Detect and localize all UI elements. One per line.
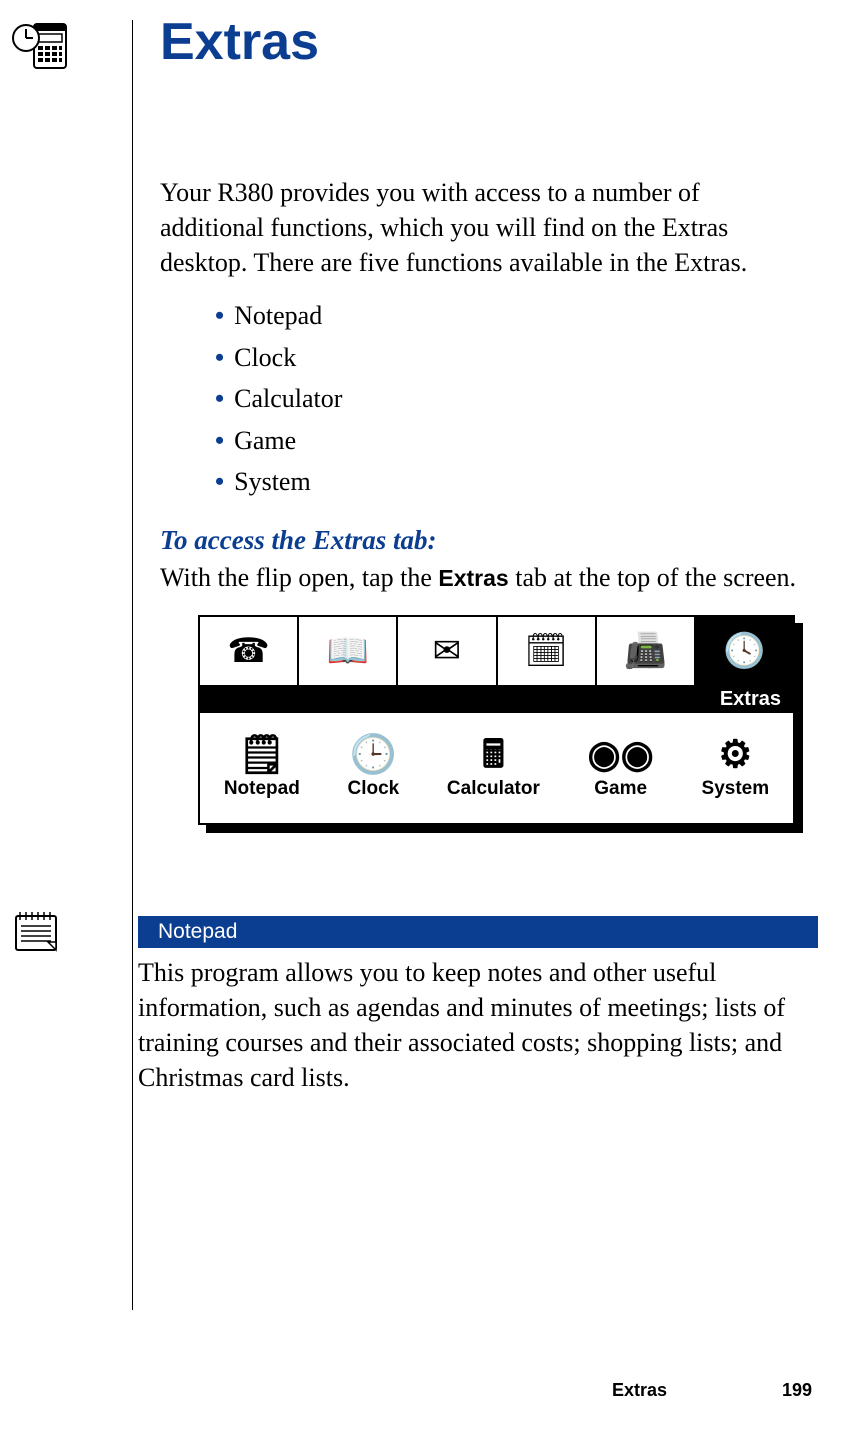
envelope-icon: ✉	[433, 631, 462, 671]
tab-internet: 📠	[597, 617, 696, 685]
tab-phone: ☎	[200, 617, 299, 685]
calculator-icon: 🖩	[482, 736, 505, 774]
extras-margin-icon	[12, 18, 72, 74]
access-instruction: With the flip open, tap the Extras tab a…	[160, 560, 810, 595]
device-icon: 📠	[624, 631, 666, 671]
footer-page-number: 199	[782, 1380, 812, 1401]
tab-extras: 🕓	[696, 617, 793, 685]
phone-icon: ☎	[227, 631, 269, 671]
game-icon: ◉◉	[588, 736, 654, 774]
bullet-item: •Clock	[215, 337, 342, 379]
bullet-list: •Notepad •Clock •Calculator •Game •Syste…	[215, 295, 342, 503]
tab-contacts: 📖	[299, 617, 398, 685]
app-game: ◉◉Game	[588, 736, 654, 800]
app-calculator: 🖩Calculator	[447, 736, 540, 800]
tab-row: ☎ 📖 ✉ 🗓 📠 🕓	[200, 617, 793, 685]
device-screenshot: ☎ 📖 ✉ 🗓 📠 🕓 Extras 🗒Notepad 🕒Clock 🖩Calc…	[198, 615, 795, 825]
bullet-item: •Game	[215, 420, 342, 462]
section-heading-bar: Notepad	[138, 916, 818, 948]
footer-section-title: Extras	[612, 1380, 667, 1401]
section-body: This program allows you to keep notes an…	[138, 955, 818, 1095]
bullet-item: •Notepad	[215, 295, 342, 337]
app-system: ⚙System	[702, 736, 770, 800]
extras-icon: 🕓	[723, 631, 765, 671]
calendar-icon: 🗓	[525, 631, 568, 671]
clock-icon: 🕒	[350, 736, 397, 774]
tab-calendar: 🗓	[498, 617, 597, 685]
app-row: 🗒Notepad 🕒Clock 🖩Calculator ◉◉Game ⚙Syst…	[200, 713, 793, 823]
intro-text: Your R380 provides you with access to a …	[160, 175, 800, 280]
left-margin-rule	[132, 20, 133, 1310]
page-title: Extras	[160, 12, 319, 72]
extras-bold: Extras	[438, 565, 508, 591]
tab-messages: ✉	[398, 617, 497, 685]
app-notepad: 🗒Notepad	[224, 736, 300, 800]
active-tab-label: Extras	[200, 685, 793, 713]
notepad-margin-icon	[12, 910, 60, 954]
notepad-icon: 🗒	[238, 736, 286, 774]
bullet-item: •System	[215, 461, 342, 503]
book-icon: 📖	[327, 631, 369, 671]
bullet-item: •Calculator	[215, 378, 342, 420]
app-clock: 🕒Clock	[348, 736, 400, 800]
subheading: To access the Extras tab:	[160, 525, 437, 556]
system-icon: ⚙	[718, 736, 752, 774]
